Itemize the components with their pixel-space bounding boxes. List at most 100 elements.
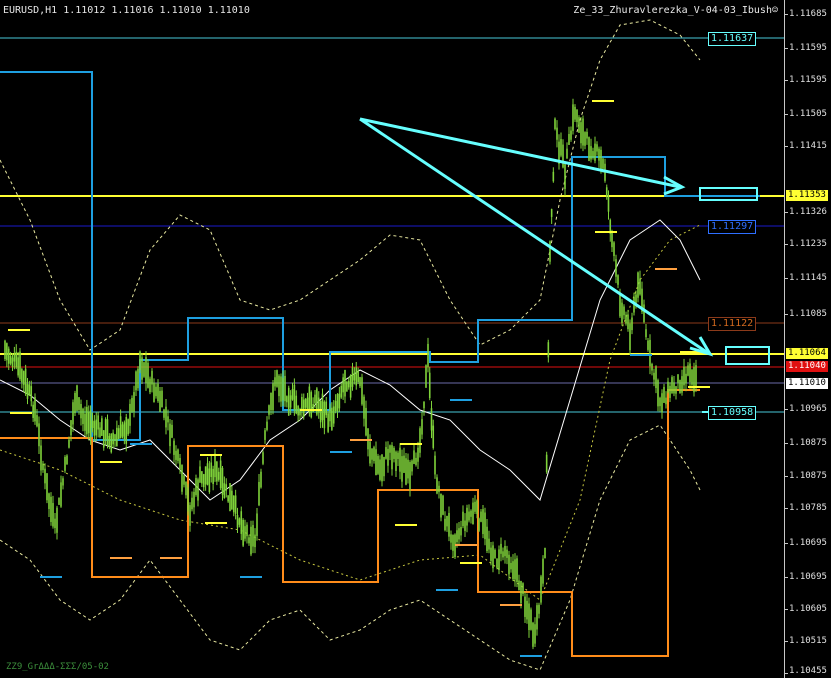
- candle-body: [413, 450, 415, 464]
- candle-body: [514, 559, 516, 580]
- indicator-name: Ze_33_Zhuravlerezka_V-04-03_Ibush☺: [573, 5, 778, 16]
- candle-body: [54, 518, 56, 529]
- candle-body: [355, 367, 358, 386]
- candle-body: [93, 421, 96, 436]
- candle-body: [30, 386, 33, 402]
- candle-body: [212, 468, 214, 484]
- level-label-cyan-top[interactable]: 1.11637: [708, 32, 757, 46]
- candle-body: [214, 453, 216, 478]
- candle-body: [391, 445, 393, 470]
- candle-body: [101, 418, 103, 436]
- candle-body: [647, 340, 649, 350]
- candle-body: [619, 294, 621, 317]
- candle-body: [516, 558, 518, 583]
- target-box-lower[interactable]: [725, 346, 770, 365]
- candle-body: [221, 467, 224, 495]
- candle-body: [344, 370, 346, 397]
- candle-body: [492, 545, 494, 569]
- candle-body: [145, 357, 147, 384]
- level-label-cyan-bottom[interactable]: 1.10958: [708, 406, 757, 420]
- price-tag-yellow-upper[interactable]: 1.11353: [786, 190, 828, 201]
- candle-body: [74, 393, 76, 414]
- candle-body: [522, 583, 524, 595]
- candle-body: [673, 382, 675, 394]
- candle-body: [310, 392, 313, 418]
- candle-body: [9, 355, 12, 364]
- candlestick-series[interactable]: [4, 98, 697, 650]
- price-tick: 1.11685: [789, 9, 827, 19]
- candle-body: [287, 387, 290, 416]
- candle-body: [177, 449, 179, 461]
- candle-body: [349, 374, 352, 398]
- candle-body: [60, 482, 62, 507]
- candle-body: [500, 543, 502, 554]
- level-label-brown[interactable]: 1.11122: [708, 317, 757, 331]
- candle-body: [438, 485, 440, 492]
- candle-body: [347, 380, 350, 388]
- candle-body: [295, 395, 298, 414]
- candle-body: [22, 371, 25, 385]
- price-tag-bid[interactable]: 1.11010: [786, 378, 828, 389]
- candle-body: [675, 386, 677, 394]
- candle-body: [685, 373, 687, 384]
- candle-body: [450, 534, 452, 543]
- candle-body: [540, 576, 542, 603]
- candle-body: [695, 365, 697, 388]
- candle-body: [480, 511, 482, 522]
- level-label-blue[interactable]: 1.11297: [708, 220, 757, 234]
- candle-body: [448, 512, 450, 537]
- candle-body: [268, 405, 270, 415]
- candle-body: [291, 389, 294, 400]
- candle-body: [430, 408, 433, 431]
- price-tag-yellow-lower[interactable]: 1.11064: [786, 348, 828, 359]
- candle-body: [446, 515, 448, 527]
- candle-body: [528, 603, 530, 631]
- candle-body: [104, 419, 107, 440]
- candle-body: [127, 419, 129, 435]
- chart-canvas[interactable]: [0, 0, 784, 678]
- candle-body: [191, 497, 193, 510]
- candle-body: [665, 397, 667, 405]
- candle-body: [282, 377, 284, 401]
- candle-body: [254, 534, 256, 548]
- candle-body: [605, 187, 608, 197]
- candle-body: [173, 440, 175, 455]
- candle-body: [121, 424, 124, 437]
- candle-body: [510, 562, 512, 570]
- candle-body: [153, 382, 155, 403]
- tick-mark: [785, 543, 788, 544]
- price-tick: 1.11415: [789, 141, 827, 151]
- candle-body: [302, 399, 305, 417]
- candle-body: [13, 354, 16, 362]
- price-tick: 1.11595: [789, 75, 827, 85]
- candle-body: [258, 481, 260, 506]
- candle-body: [223, 483, 226, 498]
- candle-body: [147, 362, 149, 388]
- chart-area[interactable]: EURUSD,H1 1.11012 1.11016 1.11010 1.1101…: [0, 0, 784, 678]
- candle-body: [252, 525, 254, 547]
- price-tag-red[interactable]: 1.11040: [786, 361, 828, 372]
- candle-body: [602, 158, 604, 169]
- target-box-upper[interactable]: [699, 187, 758, 201]
- blue-channel-line[interactable]: [0, 71, 760, 441]
- candle-body: [141, 357, 143, 380]
- candle-body: [544, 547, 546, 559]
- moving-average-line: [0, 219, 701, 501]
- price-tick: 1.10515: [789, 636, 827, 646]
- candle-body: [452, 534, 454, 551]
- tick-mark: [785, 641, 788, 642]
- candle-body: [149, 378, 151, 393]
- candle-body: [687, 365, 689, 376]
- candle-body: [617, 275, 619, 285]
- candle-body: [137, 368, 139, 389]
- cyan-arrow-lower[interactable]: [359, 117, 714, 357]
- candle-body: [119, 416, 122, 439]
- price-tick: 1.10875: [789, 471, 827, 481]
- price-axis[interactable]: 1.11685 1.11595 1.11595 1.11505 1.11415 …: [784, 0, 831, 678]
- candle-body: [661, 393, 663, 413]
- candle-body: [231, 490, 233, 510]
- candle-body: [530, 609, 532, 630]
- candle-body: [472, 502, 474, 525]
- candle-body: [331, 407, 333, 430]
- price-tick: 1.11145: [789, 273, 827, 283]
